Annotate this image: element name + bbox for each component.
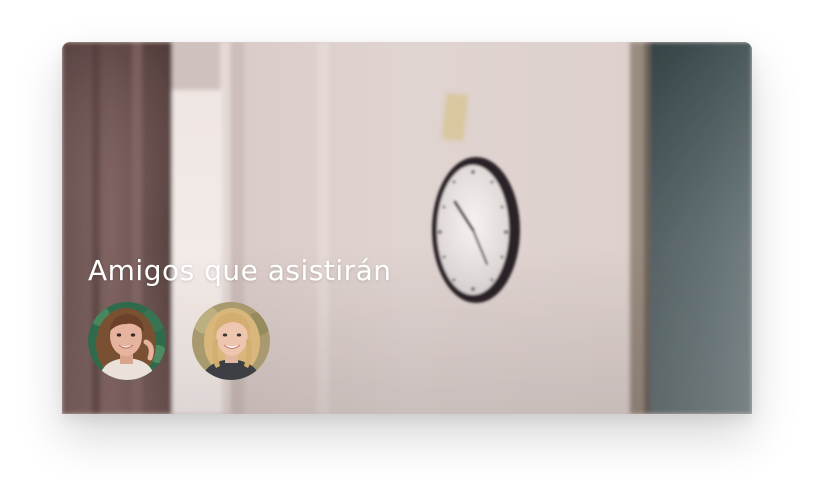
friend-avatar-1[interactable] [88,302,166,380]
cover-photo [62,42,752,414]
friend-avatar-photo-2-icon [192,302,270,380]
attending-friends-card: Amigos que asistirán [62,42,752,414]
page: Amigos que asistirán [0,0,814,496]
card-title: Amigos que asistirán [88,254,392,287]
friend-avatar-photo-1-icon [88,302,166,380]
friend-avatar-2[interactable] [192,302,270,380]
